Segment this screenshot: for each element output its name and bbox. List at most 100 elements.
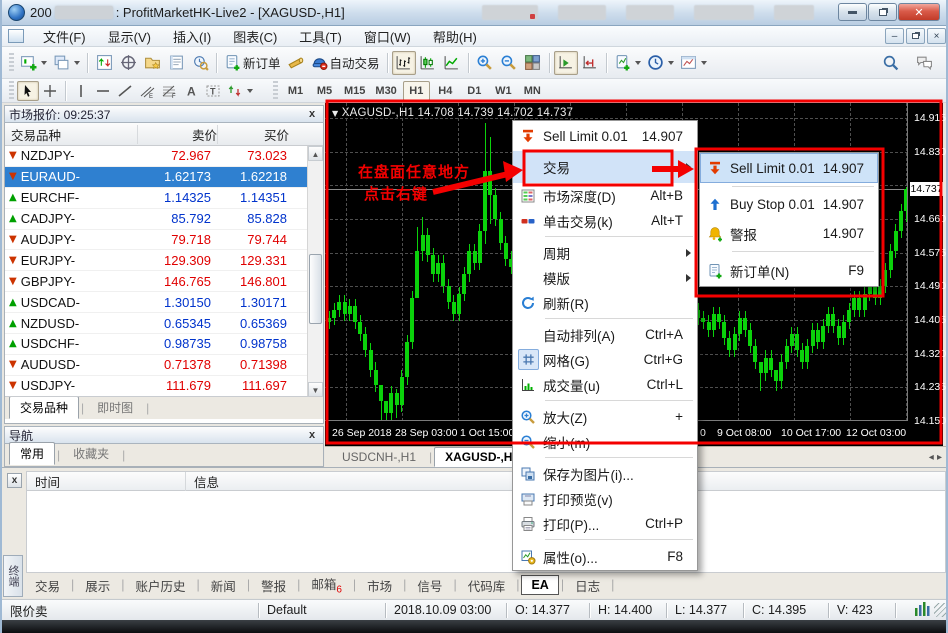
market-watch-header[interactable]: 市场报价: 09:25:37 x	[4, 105, 324, 123]
market-watch-row[interactable]: ▲EURCHF-1.143251.14351	[5, 188, 323, 209]
context-menu-item[interactable]: 打印预览(v)	[513, 486, 697, 511]
navigator-tab[interactable]: 常用	[9, 442, 55, 465]
timeframe-h4[interactable]: H4	[432, 81, 459, 101]
cursor-button[interactable]	[17, 81, 39, 101]
line-chart-button[interactable]	[440, 51, 464, 75]
chat-button[interactable]	[912, 51, 936, 75]
context-menu-item[interactable]: 刷新(R)	[513, 290, 697, 315]
menubar-item-4[interactable]: 图表(C)	[222, 25, 288, 48]
market-watch-tab[interactable]: 交易品种	[9, 396, 79, 419]
navigator-button[interactable]	[140, 51, 164, 75]
terminal-tab-警报[interactable]: 警报	[252, 574, 295, 597]
crosshair-button[interactable]	[39, 81, 61, 101]
terminal-tab-账户历史[interactable]: 账户历史	[127, 574, 195, 597]
context-menu-item[interactable]: 属性(o)...F8	[513, 543, 697, 570]
context-menu-item[interactable]: 市场深度(D)Alt+B	[513, 183, 697, 208]
context-menu-item[interactable]: 缩小(m)-	[513, 429, 697, 454]
channel-button[interactable]: E	[136, 81, 158, 101]
timeframe-d1[interactable]: D1	[461, 81, 488, 101]
dropdown-caret-icon[interactable]	[247, 89, 253, 93]
submenu-item[interactable]: 新订单(N)F9	[700, 255, 878, 286]
context-menu-item[interactable]: 自动排列(A)Ctrl+A	[513, 322, 697, 347]
terminal-tab-代码库[interactable]: 代码库	[459, 574, 515, 597]
terminal-tab-信号[interactable]: 信号	[408, 574, 451, 597]
menubar-item-2[interactable]: 显示(V)	[97, 25, 162, 48]
terminal-tab-日志[interactable]: 日志	[566, 574, 609, 597]
navigator-tab[interactable]: 收藏夹	[62, 442, 120, 465]
dropdown-caret-icon[interactable]	[74, 61, 80, 65]
templates-button[interactable]	[677, 51, 710, 75]
market-watch-row[interactable]: ▲USDCAD-1.301501.30171	[5, 292, 323, 313]
resize-grip[interactable]	[934, 603, 948, 617]
dropdown-caret-icon[interactable]	[668, 61, 674, 65]
terminal-content[interactable]	[26, 491, 946, 573]
market-watch-tab[interactable]: 即时图	[86, 396, 144, 419]
timeframe-m5[interactable]: M5	[311, 81, 338, 101]
toolbar-grip[interactable]	[9, 53, 14, 73]
context-menu-item[interactable]: 成交量(u)Ctrl+L	[513, 372, 697, 397]
menubar-item-6[interactable]: 窗口(W)	[353, 25, 422, 48]
context-menu-item[interactable]: 模版	[513, 265, 697, 290]
market-watch-scrollbar[interactable]: ▲ ▼	[307, 146, 323, 397]
chart-shift-button[interactable]	[578, 51, 602, 75]
chart-tab-scroll-arrows[interactable]: ◂ ▸	[929, 452, 942, 463]
context-menu-item[interactable]: 网格(G)Ctrl+G	[513, 347, 697, 372]
terminal-tab-ea[interactable]: EA	[521, 575, 558, 595]
timeframe-m30[interactable]: M30	[371, 81, 400, 101]
mdi-close-button[interactable]: ×	[927, 28, 946, 44]
terminal-button[interactable]	[164, 51, 188, 75]
timeframe-m15[interactable]: M15	[340, 81, 369, 101]
column-ask[interactable]: 买价	[217, 125, 293, 144]
column-time[interactable]: 时间	[27, 472, 185, 491]
profiles-button[interactable]	[50, 51, 83, 75]
trendline-button[interactable]	[114, 81, 136, 101]
market-watch-row[interactable]: ▲CADJPY-85.79285.828	[5, 209, 323, 230]
sound-button[interactable]	[284, 51, 308, 75]
dropdown-caret-icon[interactable]	[41, 61, 47, 65]
timeframe-m1[interactable]: M1	[282, 81, 309, 101]
submenu-item[interactable]: Buy Stop 0.0114.907	[700, 190, 878, 219]
candlestick-button[interactable]	[416, 51, 440, 75]
market-watch-row[interactable]: ▼AUDJPY-79.71879.744	[5, 230, 323, 251]
market-watch-row[interactable]: ▼AUDUSD-0.713780.71398	[5, 355, 323, 376]
autotrade-button[interactable]: 自动交易	[308, 51, 383, 75]
scroll-down-icon[interactable]: ▼	[308, 382, 323, 397]
terminal-tab-邮箱[interactable]: 邮箱6	[302, 572, 351, 598]
timeframe-w1[interactable]: W1	[490, 81, 517, 101]
market-watch-row[interactable]: ▼NZDJPY-72.96773.023	[5, 146, 323, 167]
terminal-vertical-tab[interactable]: 终端	[3, 555, 23, 597]
chart-tab[interactable]: USDCNH-,H1	[331, 447, 427, 467]
new-order-button[interactable]: 新订单	[221, 51, 284, 75]
terminal-tab-新闻[interactable]: 新闻	[202, 574, 245, 597]
menubar-item-5[interactable]: 工具(T)	[288, 25, 353, 48]
auto-scroll-button[interactable]	[554, 51, 578, 75]
context-menu-item[interactable]: 打印(P)...Ctrl+P	[513, 511, 697, 536]
tile-windows-button[interactable]	[521, 51, 545, 75]
column-bid[interactable]: 卖价	[137, 125, 217, 144]
context-menu-item[interactable]: 单击交易(k)Alt+T	[513, 208, 697, 233]
search-button[interactable]	[878, 51, 902, 75]
market-watch-button[interactable]	[92, 51, 116, 75]
scroll-up-icon[interactable]: ▲	[308, 146, 323, 161]
mdi-restore-button[interactable]	[906, 28, 925, 44]
context-menu-item[interactable]: Sell Limit 0.0114.907	[513, 121, 697, 151]
timeframe-h1[interactable]: H1	[403, 81, 430, 101]
market-watch-row[interactable]: ▲NZDUSD-0.653450.65369	[5, 313, 323, 334]
submenu-item[interactable]: Sell Limit 0.0114.907	[700, 153, 878, 183]
data-window-button[interactable]	[116, 51, 140, 75]
close-button[interactable]: ✕	[898, 3, 940, 21]
dropdown-caret-icon[interactable]	[701, 61, 707, 65]
mdi-minimize-button[interactable]: –	[885, 28, 904, 44]
zoom-out-button[interactable]	[497, 51, 521, 75]
toolbar-grip[interactable]	[273, 81, 278, 101]
context-menu-item[interactable]: 放大(Z)+	[513, 404, 697, 429]
market-watch-row[interactable]: ▼EURAUD-1.621731.62218	[5, 167, 323, 188]
context-menu-item[interactable]: 保存为图片(i)...	[513, 461, 697, 486]
vline-button[interactable]	[70, 81, 92, 101]
terminal-close-icon[interactable]: x	[7, 473, 22, 488]
navigator-close-icon[interactable]: x	[305, 429, 319, 441]
arrows-button[interactable]	[224, 81, 256, 101]
terminal-tab-展示[interactable]: 展示	[76, 574, 119, 597]
submenu-item[interactable]: 警报14.907	[700, 219, 878, 248]
indicators-button[interactable]	[611, 51, 644, 75]
